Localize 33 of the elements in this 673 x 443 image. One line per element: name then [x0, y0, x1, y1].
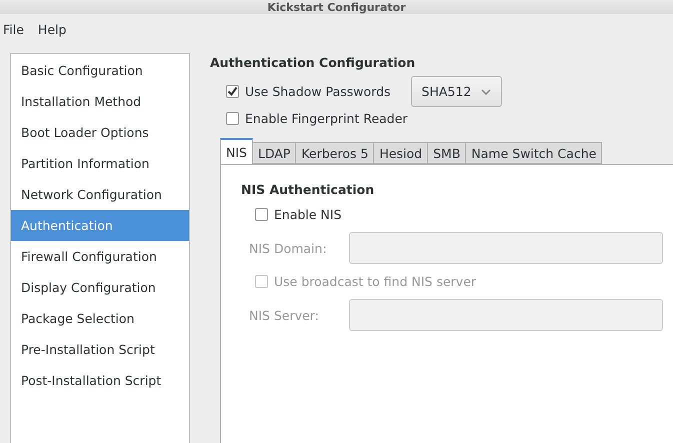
field-label: NIS Server:: [249, 308, 320, 322]
section-title: Authentication Configuration: [210, 55, 416, 70]
sidebar-item[interactable]: Display Configuration: [11, 272, 189, 303]
group-title: NIS Authentication: [241, 182, 376, 197]
sidebar-item[interactable]: Post-Installation Script: [11, 365, 189, 396]
tab[interactable]: Hesiod: [373, 142, 428, 164]
tab[interactable]: LDAP: [252, 142, 296, 164]
checkmark-icon: [227, 86, 238, 97]
sidebar-item[interactable]: Basic Configuration: [11, 55, 189, 86]
tab[interactable]: SMB: [427, 142, 466, 164]
sidebar-item[interactable]: Firewall Configuration: [11, 241, 189, 272]
tab[interactable]: NIS: [220, 138, 253, 164]
window-title: Kickstart Configurator: [267, 2, 406, 14]
checkbox[interactable]: [255, 208, 268, 221]
checkbox[interactable]: [226, 85, 239, 98]
sidebar-item[interactable]: Boot Loader Options: [11, 117, 189, 148]
algorithm-dropdown[interactable]: SHA512: [410, 76, 502, 107]
checkbox-label: Use Shadow Passwords: [245, 84, 391, 99]
sidebar-item[interactable]: Network Configuration: [11, 179, 189, 210]
menu-item[interactable]: Help: [38, 22, 66, 37]
sidebar-item[interactable]: Package Selection: [11, 303, 189, 334]
checkbox-label: Enable Fingerprint Reader: [245, 111, 408, 126]
tab[interactable]: Name Switch Cache: [465, 142, 602, 164]
sidebar-item[interactable]: Installation Method: [11, 86, 189, 117]
checkbox[interactable]: [226, 112, 239, 125]
field-label: NIS Domain:: [249, 240, 328, 256]
checkbox-label: Use broadcast to find NIS server: [274, 274, 476, 289]
tab[interactable]: Kerberos 5: [295, 142, 374, 164]
sidebar-item[interactable]: Partition Information: [11, 148, 189, 179]
checkbox-label: Enable NIS: [274, 207, 342, 222]
menu-item[interactable]: File: [3, 22, 24, 37]
caret-icon: [481, 88, 492, 94]
sidebar-item[interactable]: Pre-Installation Script: [11, 334, 189, 365]
